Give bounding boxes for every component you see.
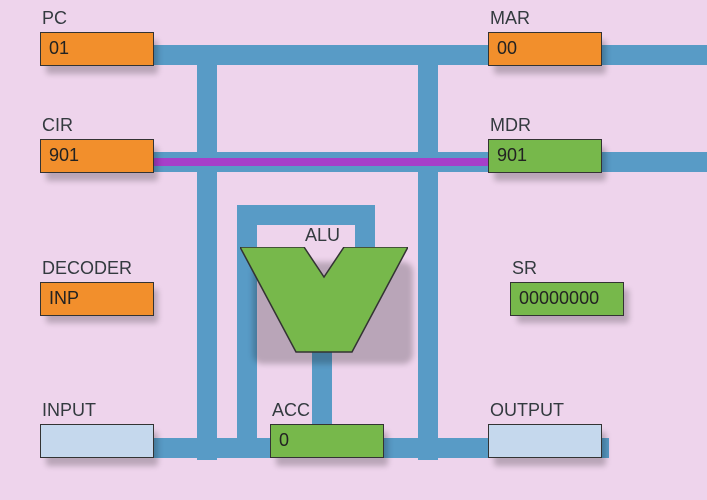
mdr-register: 901 [488, 139, 602, 173]
decoder-label: DECODER [42, 258, 132, 279]
input-register [40, 424, 154, 458]
sr-register: 00000000 [510, 282, 624, 316]
sr-value: 00000000 [519, 288, 599, 308]
bus-pc-mar [154, 45, 707, 65]
acc-label: ACC [272, 400, 310, 421]
mar-value: 00 [497, 38, 517, 58]
cir-label: CIR [42, 115, 73, 136]
bus-cir-mdr-special [154, 158, 491, 166]
pc-label: PC [42, 8, 67, 29]
input-label: INPUT [42, 400, 96, 421]
output-label: OUTPUT [490, 400, 564, 421]
mdr-value: 901 [497, 145, 527, 165]
pc-value: 01 [49, 38, 69, 58]
pc-register: 01 [40, 32, 154, 66]
decoder-value: INP [49, 288, 79, 308]
acc-register: 0 [270, 424, 384, 458]
alu [240, 247, 408, 357]
mar-register: 00 [488, 32, 602, 66]
alu-label: ALU [305, 225, 340, 246]
sr-label: SR [512, 258, 537, 279]
decoder-register: INP [40, 282, 154, 316]
bus-vertical-right [418, 65, 438, 460]
output-register [488, 424, 602, 458]
mdr-label: MDR [490, 115, 531, 136]
bus-vertical-left [197, 65, 217, 460]
acc-value: 0 [279, 430, 289, 450]
cir-register: 901 [40, 139, 154, 173]
cir-value: 901 [49, 145, 79, 165]
mar-label: MAR [490, 8, 530, 29]
